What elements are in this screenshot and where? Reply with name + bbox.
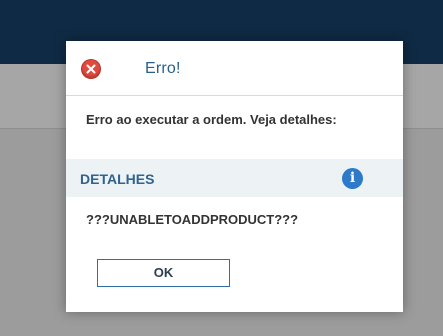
error-detail-text: ???UNABLETOADDPRODUCT??? [86,212,299,227]
dialog-header: Erro! [66,41,403,96]
error-icon [82,60,100,78]
info-icon[interactable]: i [342,168,363,189]
details-label: DETALHES [80,171,155,187]
details-section-header: DETALHES i [66,159,403,197]
ok-button[interactable]: OK [97,259,230,287]
error-message: Erro ao executar a ordem. Veja detalhes: [86,112,337,127]
error-dialog: Erro! Erro ao executar a ordem. Veja det… [66,41,403,312]
dialog-title: Erro! [145,60,181,77]
